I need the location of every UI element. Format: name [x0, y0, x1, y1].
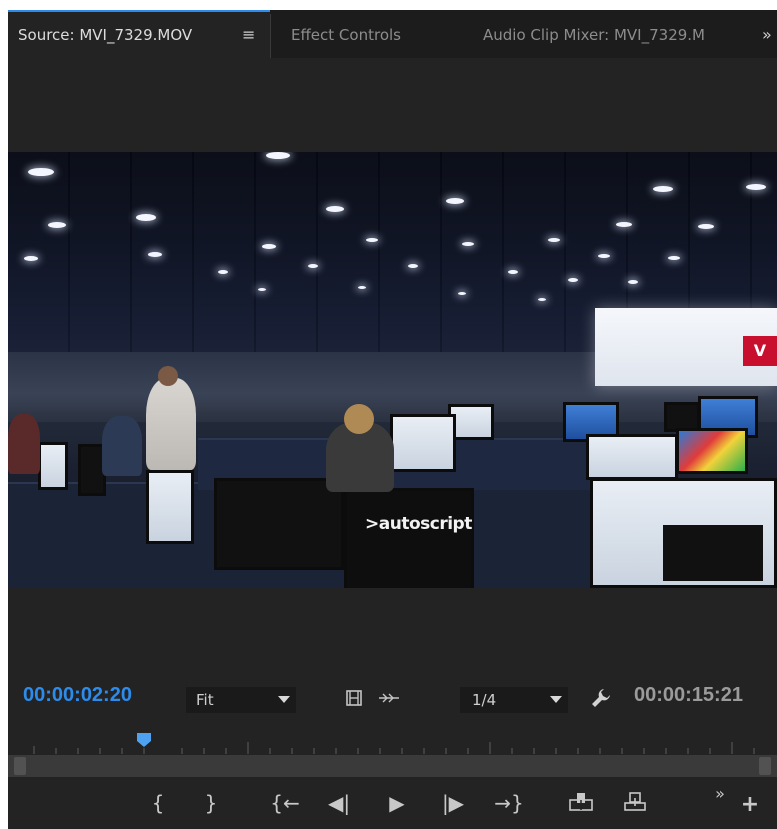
ceiling-light — [548, 238, 560, 242]
chevron-down-icon — [278, 696, 290, 703]
overwrite-icon[interactable] — [620, 790, 650, 819]
current-timecode[interactable]: 00:00:02:20 — [23, 684, 132, 707]
person-head — [344, 404, 374, 434]
ceiling-light — [668, 256, 680, 260]
zoom-level-select[interactable]: Fit — [186, 687, 296, 713]
tab-audio-clip-mixer[interactable]: Audio Clip Mixer: MVI_7329.M — [483, 10, 726, 58]
playhead-svg — [137, 733, 151, 747]
ceiling-light — [698, 224, 714, 229]
film-strip-icon[interactable] — [342, 689, 366, 712]
ceiling-light — [508, 270, 518, 274]
overwrite-svg — [624, 792, 646, 811]
desk-monitor — [390, 414, 456, 472]
person-standing — [146, 378, 196, 470]
ceiling-light — [24, 256, 38, 261]
ceiling-light — [616, 222, 632, 227]
desk-monitor — [586, 434, 678, 480]
source-monitor-panel: Source: MVI_7329.MOV ≡ Effect Controls A… — [8, 10, 777, 829]
wrench-svg — [592, 689, 610, 707]
ceiling-light — [28, 168, 54, 176]
ceiling-light — [136, 214, 156, 221]
insert-svg — [569, 793, 593, 811]
zoom-scroll-bar[interactable] — [8, 755, 777, 777]
background-monitor — [38, 442, 68, 490]
insert-icon[interactable] — [566, 790, 596, 819]
video-wall-logo: V — [743, 336, 777, 366]
drag-video-icon[interactable] — [374, 689, 404, 712]
playhead-marker[interactable] — [136, 732, 152, 748]
more-controls-icon[interactable]: » — [705, 782, 735, 806]
ceiling-light — [308, 264, 318, 268]
ceiling-light — [653, 186, 673, 192]
panel-tab-bar: Source: MVI_7329.MOV ≡ Effect Controls A… — [8, 10, 777, 58]
video-frame[interactable]: V >autoscript — [8, 152, 777, 588]
ceiling-light — [598, 254, 610, 258]
time-ruler[interactable] — [22, 730, 772, 754]
add-icon[interactable]: + — [735, 793, 765, 817]
mark-out-icon[interactable]: } — [196, 791, 226, 815]
ceiling-light — [358, 286, 366, 289]
ceiling-light — [262, 244, 276, 249]
mark-in-icon[interactable]: { — [143, 791, 173, 815]
drag-video-svg — [379, 693, 399, 703]
autoscript-logo-text: >autoscript — [365, 514, 472, 534]
chevron-down-icon — [550, 696, 562, 703]
step-back-icon[interactable]: ◀| — [324, 791, 354, 815]
time-ruler-ticks — [33, 742, 755, 754]
wrench-icon[interactable] — [588, 687, 614, 714]
monitor-inner-window — [663, 525, 763, 581]
tab-source-label: Source: MVI_7329.MOV — [18, 26, 193, 44]
ceiling-light — [148, 252, 162, 257]
tab-source[interactable]: Source: MVI_7329.MOV ≡ — [8, 10, 270, 58]
play-icon[interactable]: ▶ — [382, 791, 412, 815]
ceiling-light — [746, 184, 766, 190]
front-right-monitor — [590, 478, 777, 588]
ceiling-light — [408, 264, 418, 268]
ceiling-light — [366, 238, 378, 242]
weather-monitor — [676, 428, 748, 474]
desk-monitor — [146, 470, 194, 544]
film-strip-svg — [346, 690, 362, 706]
ceiling-light — [568, 278, 578, 282]
ceiling-light — [218, 270, 228, 274]
go-to-out-icon[interactable]: →} — [492, 791, 526, 815]
go-to-in-icon[interactable]: {← — [268, 791, 302, 815]
autoscript-monitor — [344, 488, 474, 588]
ceiling-light — [48, 222, 66, 228]
zoom-level-value: Fit — [196, 691, 214, 709]
tab-effect-controls[interactable]: Effect Controls — [291, 10, 401, 58]
zoom-scroll-handle-left[interactable] — [14, 757, 26, 775]
step-forward-icon[interactable]: |▶ — [438, 791, 468, 815]
ceiling-light — [462, 242, 474, 246]
tab-divider — [270, 14, 271, 58]
ceiling-light — [258, 288, 266, 291]
ceiling-light — [326, 206, 344, 212]
zoom-scroll-handle-right[interactable] — [759, 757, 771, 775]
ceiling-light — [538, 298, 546, 301]
playback-resolution-value: 1/4 — [472, 691, 497, 709]
person-seated — [102, 416, 142, 476]
ceiling-light — [628, 280, 638, 284]
video-wall-screen: V — [595, 308, 777, 386]
person-head — [158, 366, 178, 386]
panel-menu-icon[interactable]: ≡ — [242, 12, 255, 58]
desk-monitor — [214, 478, 344, 570]
ceiling-light — [446, 198, 464, 204]
tab-overflow-icon[interactable]: » — [762, 10, 772, 58]
duration-timecode: 00:00:15:21 — [634, 684, 743, 706]
person-seated — [8, 414, 40, 474]
ceiling-light — [458, 292, 466, 295]
ceiling-light — [266, 152, 290, 159]
playback-resolution-select[interactable]: 1/4 — [460, 687, 568, 713]
